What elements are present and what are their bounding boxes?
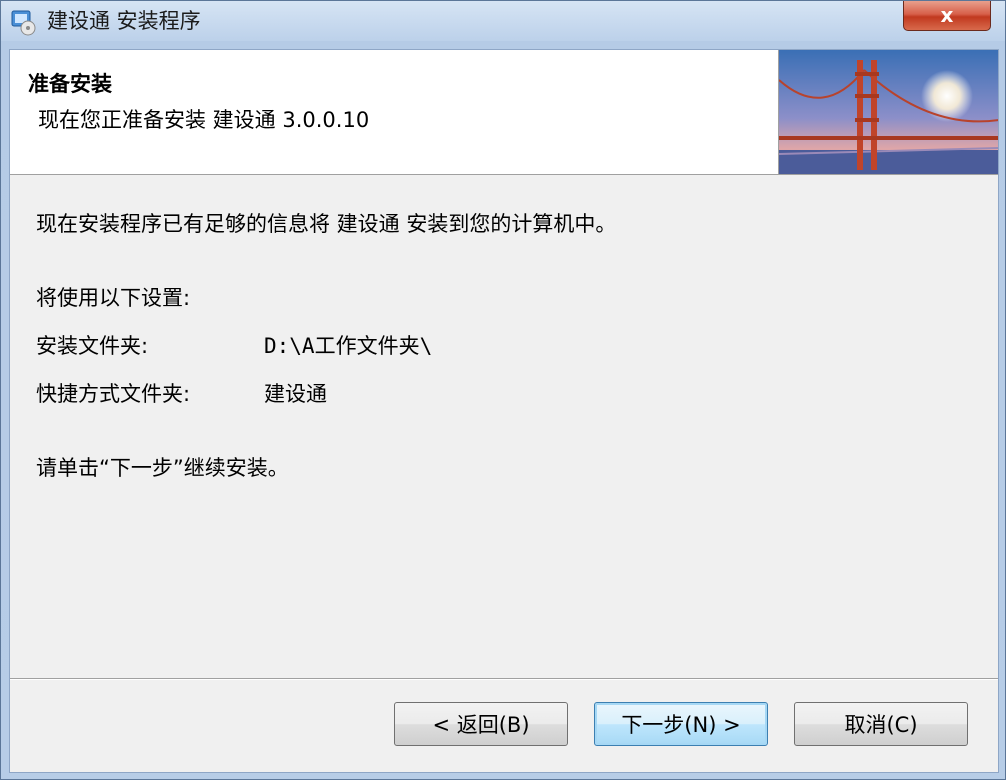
- cancel-button[interactable]: 取消(C): [794, 702, 968, 746]
- shortcut-folder-label: 快捷方式文件夹:: [36, 382, 191, 406]
- golden-gate-banner-image: [778, 50, 998, 174]
- installer-app-icon: [11, 10, 36, 36]
- button-divider: [10, 678, 998, 680]
- back-button[interactable]: < 返回(B): [394, 702, 568, 746]
- intro-text: 现在安装程序已有足够的信息将 建设通 安装到您的计算机中。: [36, 212, 617, 236]
- install-folder-value: D:\A工作文件夹\: [264, 334, 433, 358]
- settings-heading: 将使用以下设置:: [36, 286, 191, 310]
- install-folder-label: 安装文件夹:: [36, 334, 149, 358]
- wizard-header: 准备安装 现在您正准备安装 建设通 3.0.0.10: [10, 50, 998, 175]
- page-subtitle: 现在您正准备安装 建设通 3.0.0.10: [38, 108, 370, 132]
- banner-picture: [779, 50, 998, 174]
- wizard-panel: 准备安装 现在您正准备安装 建设通 3.0.0.10 现在安装程序已有足够的信息…: [9, 49, 999, 773]
- installer-window: 建设通 安装程序 x 准备安装 现在您正准备安装 建设通 3.0.0.10 现在…: [0, 0, 1006, 780]
- instruction-text: 请单击“下一步”继续安装。: [36, 456, 289, 480]
- close-button[interactable]: x: [903, 1, 991, 31]
- window-title: 建设通 安装程序: [47, 9, 201, 33]
- next-button[interactable]: 下一步(N) >: [594, 702, 768, 746]
- page-title: 准备安装: [28, 72, 112, 96]
- shortcut-folder-value: 建设通: [264, 382, 327, 406]
- title-bar[interactable]: 建设通 安装程序 x: [1, 1, 1005, 41]
